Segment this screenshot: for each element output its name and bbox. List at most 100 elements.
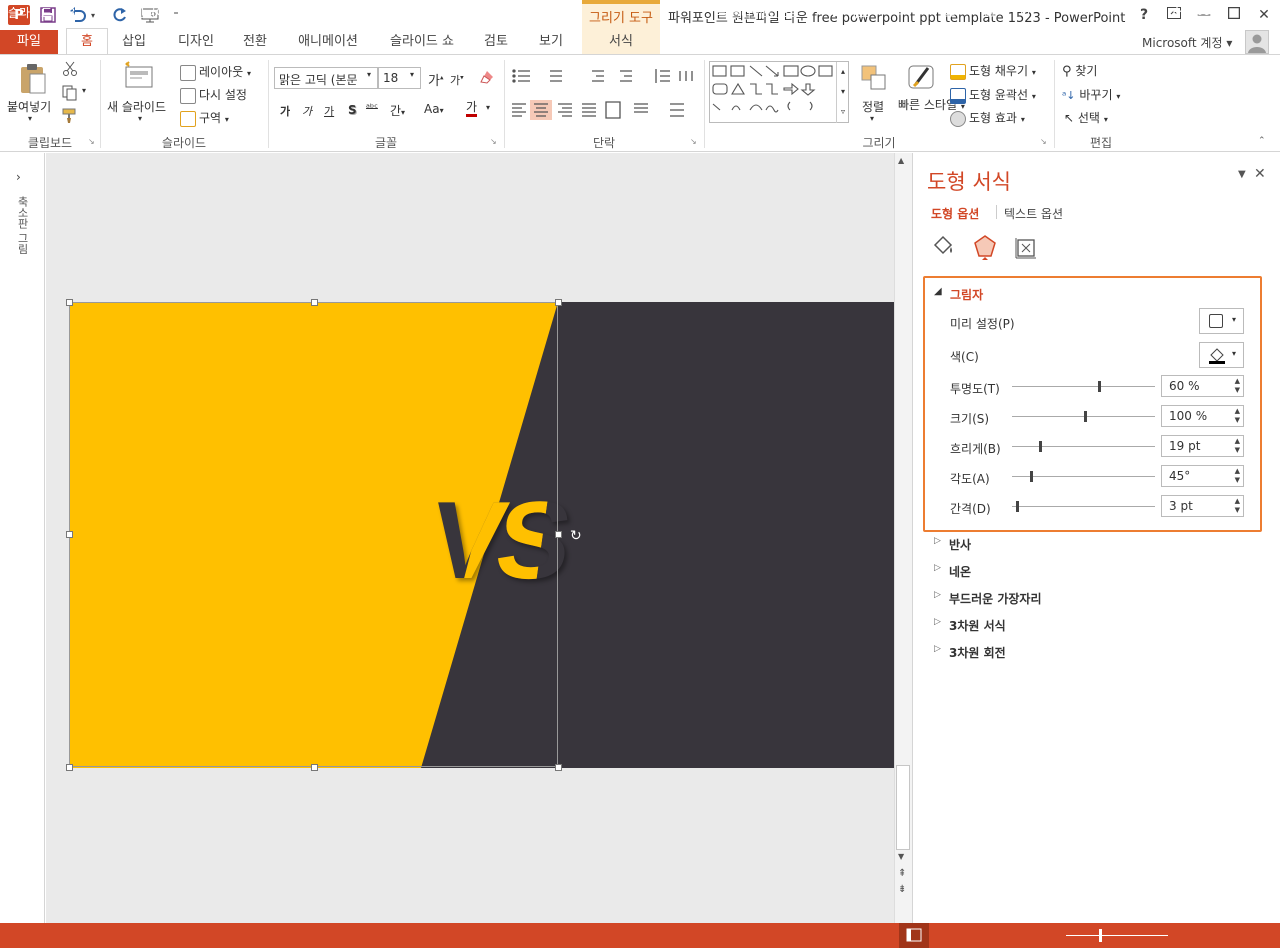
cut-icon[interactable] [62, 61, 78, 80]
customize-qat-icon[interactable]: ⁼ [166, 5, 186, 25]
expand-triangle-icon[interactable]: ▷ [934, 536, 941, 546]
font-color-dropdown-icon[interactable]: ▾ [486, 103, 490, 112]
collapse-triangle-icon[interactable]: ◢ [934, 286, 942, 297]
format-painter-icon[interactable] [62, 108, 78, 127]
arrange-button[interactable]: 정렬 [862, 98, 884, 115]
shrink-font-icon[interactable]: 가▾ [450, 72, 464, 88]
rotate-handle-icon[interactable]: ↻ [570, 528, 582, 544]
language-indicator[interactable]: 한국어 [134, 4, 167, 21]
normal-view-button[interactable] [899, 923, 929, 948]
resize-handle[interactable] [555, 299, 562, 306]
zoom-in-icon[interactable]: + [1172, 4, 1182, 18]
transparency-spinner[interactable]: 60 % ▲ ▼ [1161, 375, 1244, 397]
scrollbar-thumb[interactable] [896, 765, 910, 850]
clipboard-launcher-icon[interactable]: ↘ [88, 137, 95, 146]
grow-font-icon[interactable]: 가▴ [428, 70, 443, 89]
slide-number[interactable]: 슬라이드 8/8 [8, 4, 75, 21]
reading-view-icon[interactable]: ▥ [984, 4, 995, 18]
thumbnail-pane-label[interactable]: 축소판 그림 [14, 196, 30, 255]
find-button[interactable]: ⚲ 찾기 [1062, 62, 1097, 79]
bold-button[interactable]: 가 [280, 103, 290, 119]
spinner-arrows-icon[interactable]: ▲ ▼ [1235, 407, 1240, 425]
shadow-button[interactable]: S [348, 103, 357, 117]
paste-dropdown-icon[interactable]: ▾ [28, 114, 32, 123]
font-size-select[interactable]: 18 [378, 67, 421, 89]
tab-home[interactable]: 홈 [66, 28, 108, 55]
shape-outline-button[interactable]: 도형 윤곽선 ▾ [950, 86, 1036, 104]
change-case-button[interactable]: Aa▾ [424, 102, 444, 116]
tab-shape-options[interactable]: 도형 옵션 [931, 205, 979, 222]
expand-triangle-icon[interactable]: ▷ [934, 617, 941, 627]
zoom-slider[interactable] [1066, 935, 1168, 936]
select-button[interactable]: ↖ 선택 ▾ [1064, 109, 1108, 126]
zoom-slider-knob[interactable] [1099, 929, 1102, 942]
spellcheck-icon[interactable]: ▯✓ [102, 4, 119, 18]
shape-effects-button[interactable]: 도형 효과 ▾ [950, 109, 1025, 127]
font-color-button[interactable]: 가 [466, 100, 478, 117]
tab-view[interactable]: 보기 [530, 30, 572, 54]
font-name-select[interactable]: 맑은 고딕 (본문 [274, 67, 378, 89]
char-spacing-button[interactable]: 간▾ [390, 102, 405, 119]
reset-button[interactable]: 다시 설정 [180, 86, 247, 104]
distance-spinner[interactable]: 3 pt ▲ ▼ [1161, 495, 1244, 517]
replace-button[interactable]: ᵃ↓ 바꾸기 ▾ [1062, 86, 1120, 103]
resize-handle[interactable] [555, 531, 562, 538]
clear-format-icon[interactable] [478, 68, 496, 89]
drawing-launcher-icon[interactable]: ↘ [1040, 137, 1047, 146]
pane-close-icon[interactable]: ✕ [1254, 166, 1266, 182]
paste-button[interactable]: 붙여넣기 [7, 98, 51, 115]
copy-icon[interactable] [62, 85, 78, 104]
next-slide-icon[interactable]: ⇟ [898, 884, 906, 895]
new-slide-button[interactable]: 새 슬라이드 [107, 98, 166, 115]
fit-to-window-icon[interactable]: ⊡ [1244, 4, 1254, 18]
distance-slider-knob[interactable] [1016, 501, 1019, 512]
tab-file[interactable]: 파일 [0, 30, 58, 54]
expand-thumbnails-icon[interactable]: › [16, 170, 21, 184]
italic-button[interactable]: 가 [302, 103, 312, 119]
resize-handle[interactable] [311, 299, 318, 306]
tab-slideshow[interactable]: 슬라이드 쇼 [382, 30, 462, 54]
zoom-out-icon[interactable]: − [1054, 4, 1064, 18]
size-slider-knob[interactable] [1084, 411, 1087, 422]
transparency-slider-knob[interactable] [1098, 381, 1101, 392]
color-dropdown[interactable]: ▾ [1199, 342, 1244, 368]
new-slide-dropdown-icon[interactable]: ▾ [138, 114, 142, 123]
zoom-level[interactable]: 63 % [1196, 4, 1227, 18]
section-3d-rotation[interactable]: 3차원 회전 [949, 644, 1006, 661]
scroll-down-icon[interactable]: ▼ [898, 852, 904, 861]
tab-design[interactable]: 디자인 [170, 30, 222, 54]
spinner-arrows-icon[interactable]: ▲ ▼ [1235, 437, 1240, 455]
underline-button[interactable]: 가 [324, 103, 334, 119]
tab-transitions[interactable]: 전환 [234, 30, 276, 54]
tab-review[interactable]: 검토 [474, 30, 518, 54]
close-icon[interactable]: ✕ [1252, 4, 1276, 26]
arrange-icon[interactable] [860, 64, 888, 95]
spinner-arrows-icon[interactable]: ▲ ▼ [1235, 377, 1240, 395]
spinner-arrows-icon[interactable]: ▲ ▼ [1235, 467, 1240, 485]
new-slide-icon[interactable] [122, 61, 156, 94]
expand-triangle-icon[interactable]: ▷ [934, 590, 941, 600]
blur-slider[interactable] [1012, 446, 1155, 447]
help-button[interactable]: ? [1132, 4, 1156, 26]
section-button[interactable]: 구역 ▾ [180, 109, 229, 127]
fill-line-icon[interactable] [931, 235, 955, 262]
tab-animations[interactable]: 애니메이션 [290, 30, 366, 54]
expand-triangle-icon[interactable]: ▷ [934, 563, 941, 573]
undo-dropdown-icon[interactable]: ▾ [88, 5, 98, 25]
notes-button[interactable]: ≙ 슬라이드 노트 [716, 4, 800, 21]
collapse-ribbon-icon[interactable]: ⌃ [1258, 136, 1266, 146]
resize-handle[interactable] [311, 764, 318, 771]
section-glow[interactable]: 네온 [949, 563, 971, 580]
slideshow-view-icon[interactable]: ⊟ [1020, 4, 1030, 18]
angle-spinner[interactable]: 45° ▲ ▼ [1161, 465, 1244, 487]
section-3d-format[interactable]: 3차원 서식 [949, 617, 1006, 634]
pane-options-icon[interactable]: ▼ [1238, 169, 1246, 180]
tab-format[interactable]: 서식 [598, 30, 644, 54]
section-reflection[interactable]: 반사 [949, 536, 971, 553]
font-launcher-icon[interactable]: ↘ [490, 137, 497, 146]
layout-button[interactable]: 레이아웃 ▾ [180, 63, 251, 81]
account-name[interactable]: Microsoft 계정 ▾ [1142, 34, 1232, 51]
spinner-arrows-icon[interactable]: ▲ ▼ [1235, 497, 1240, 515]
resize-handle[interactable] [66, 764, 73, 771]
shadow-section-title[interactable]: 그림자 [950, 286, 983, 303]
